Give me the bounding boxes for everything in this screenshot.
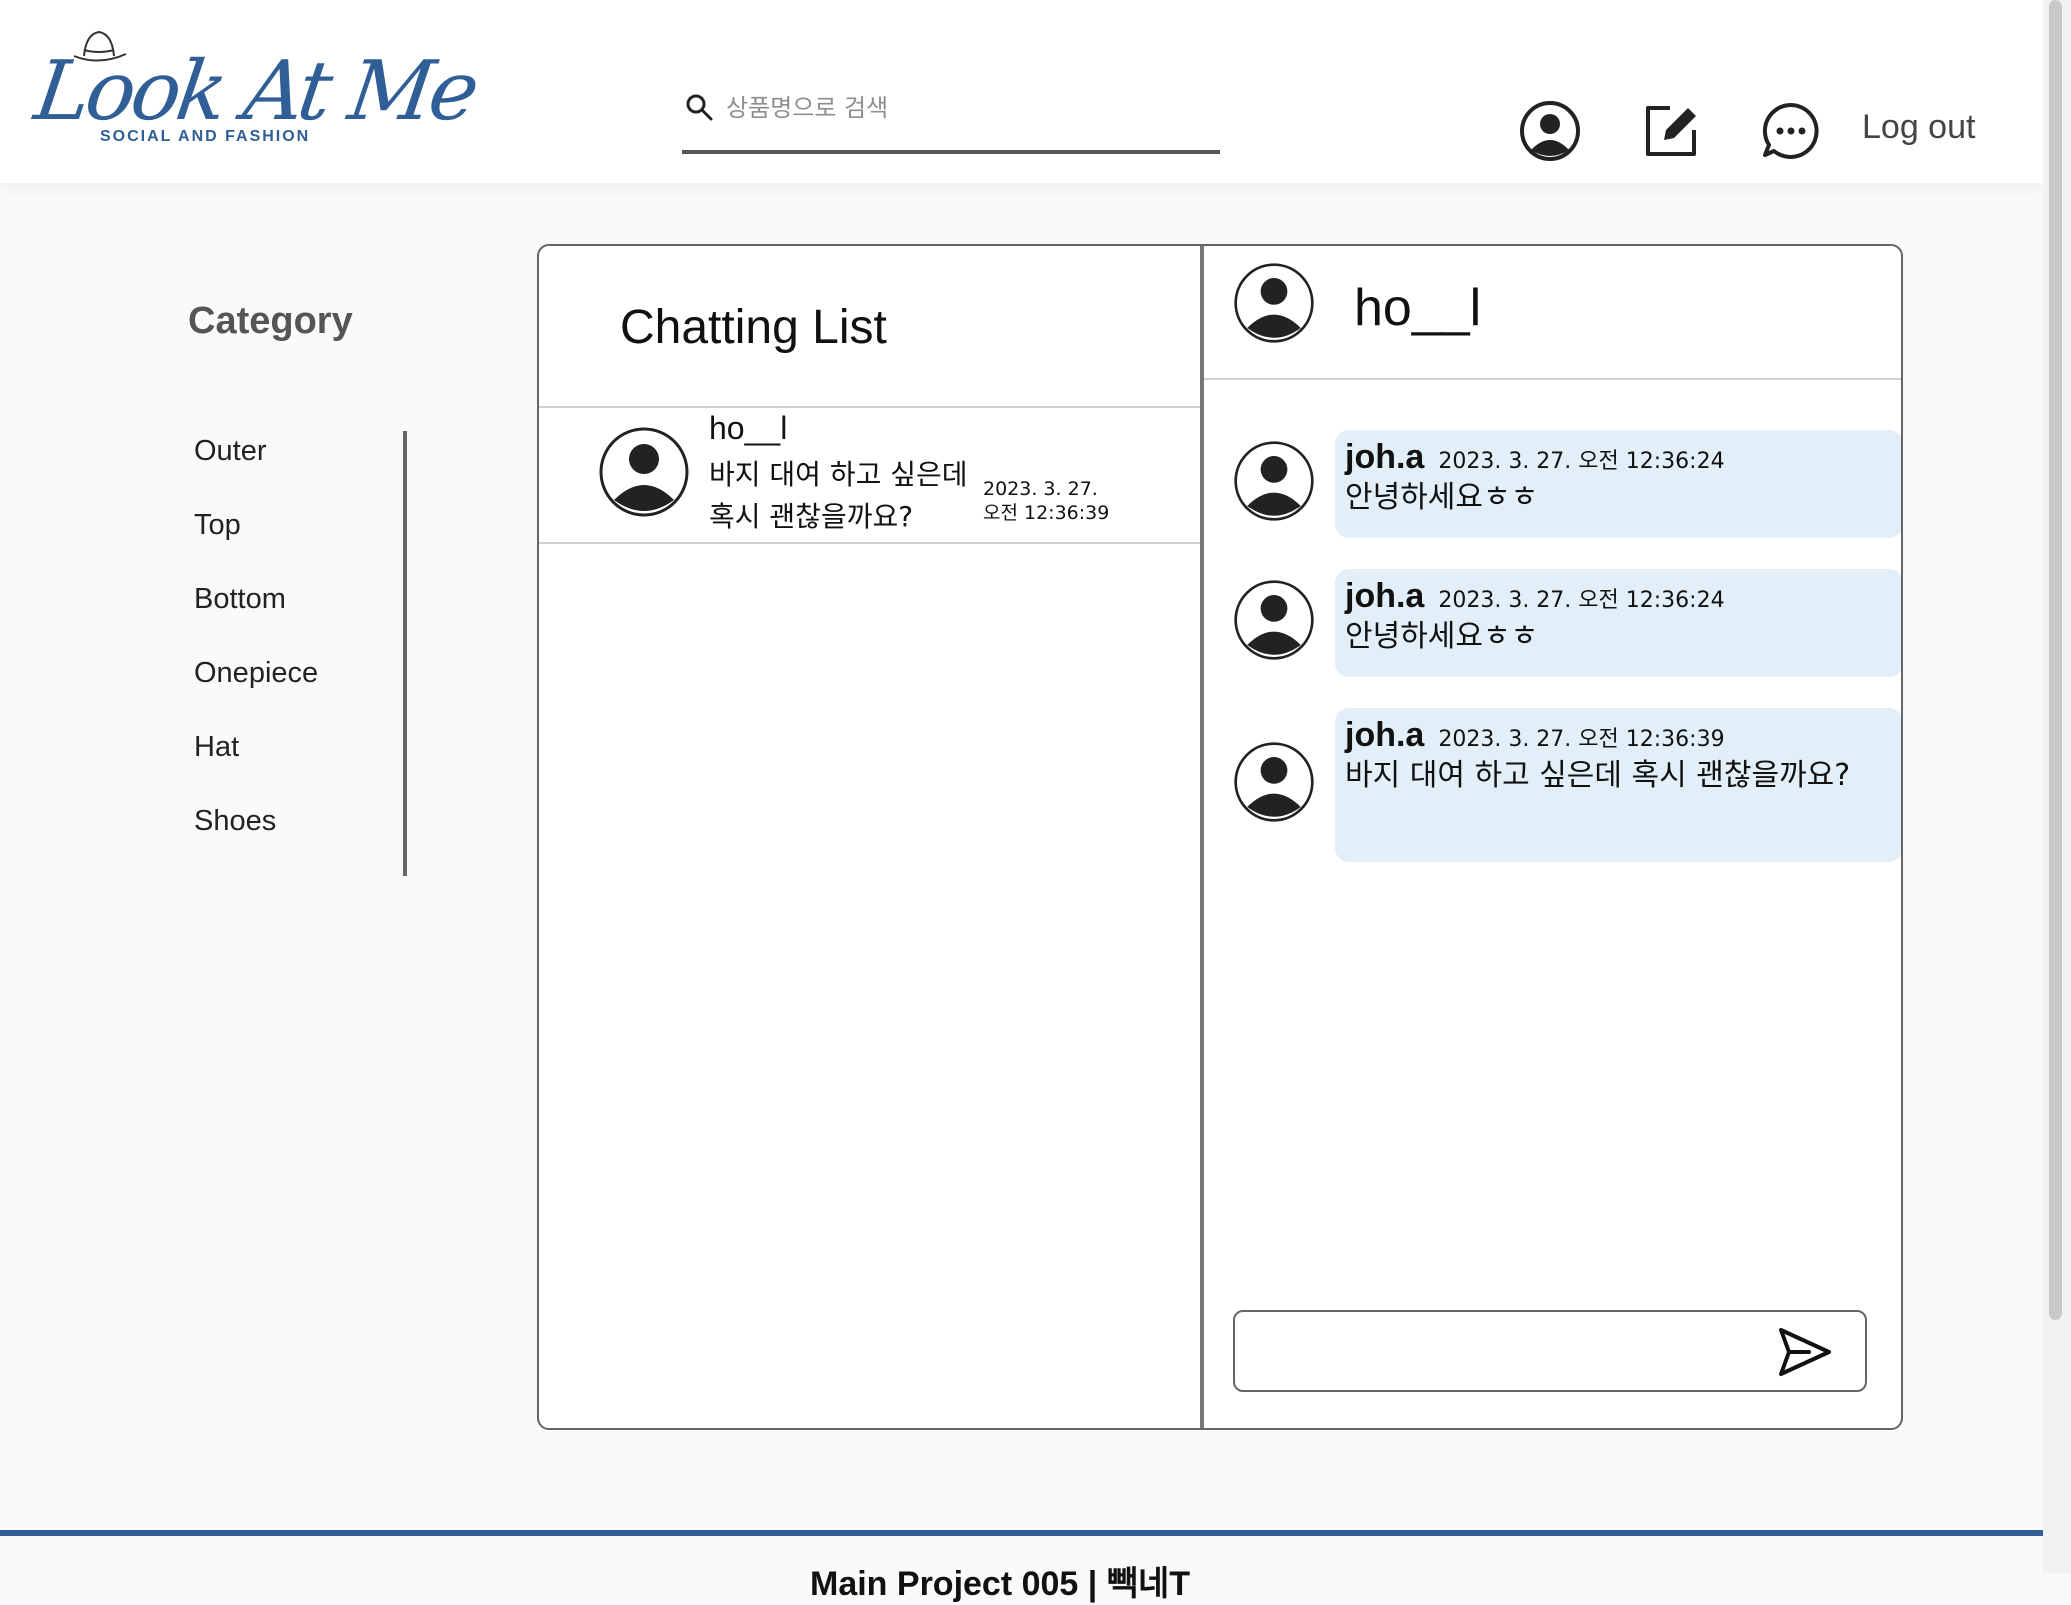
- message-text: 안녕하세요ㅎㅎ: [1345, 619, 1539, 654]
- category-divider: [403, 431, 407, 876]
- logout-button[interactable]: Log out: [1862, 108, 1975, 147]
- message-bubble: joh.a 2023. 3. 27. 오전 12:36:24 안녕하세요ㅎㅎ: [1335, 430, 1901, 538]
- scrollbar-thumb[interactable]: [2049, 0, 2062, 1320]
- message-input-box: [1233, 1310, 1867, 1392]
- profile-icon[interactable]: [1519, 100, 1581, 162]
- chat-list-item-last-message: 바지 대여 하고 싶은데 혹시 괜찮을까요?: [709, 458, 968, 533]
- chat-list-item-date: 2023. 3. 27.: [983, 478, 1098, 500]
- message-sender: joh.a: [1345, 438, 1425, 476]
- chat-icon[interactable]: [1760, 100, 1822, 162]
- send-icon[interactable]: [1775, 1324, 1835, 1380]
- message-text: 바지 대여 하고 싶은데 혹시 괜찮을까요?: [1345, 758, 1851, 793]
- chat-list-item-timestamp: 2023. 3. 27. 오전 12:36:39: [983, 477, 1133, 525]
- message-timestamp: 2023. 3. 27. 오전 12:36:24: [1438, 588, 1725, 613]
- chat-list-item-name: ho__l: [709, 410, 788, 446]
- write-post-icon[interactable]: [1640, 100, 1702, 162]
- category-item-bottom[interactable]: Bottom: [194, 562, 318, 636]
- footer-divider: [0, 1530, 2043, 1536]
- logo[interactable]: Look At Me SOCIAL AND FASHION: [29, 24, 481, 154]
- category-item-top[interactable]: Top: [194, 488, 318, 562]
- partner-avatar-icon: [1234, 263, 1314, 343]
- logo-tagline: SOCIAL AND FASHION: [100, 128, 311, 145]
- search-input[interactable]: [724, 84, 1208, 132]
- message-timestamp: 2023. 3. 27. 오전 12:36:24: [1438, 449, 1725, 474]
- top-header: Look At Me SOCIAL AND FASHION Log out: [0, 0, 2043, 183]
- message-bubble: joh.a 2023. 3. 27. 오전 12:36:24 안녕하세요ㅎㅎ: [1335, 569, 1901, 677]
- footer-text: Main Project 005 | 빽네T: [810, 1565, 1191, 1603]
- panel-divider: [1200, 246, 1204, 1428]
- category-item-hat[interactable]: Hat: [194, 710, 318, 784]
- user-avatar-icon: [599, 427, 689, 517]
- category-item-onepiece[interactable]: Onepiece: [194, 636, 318, 710]
- category-item-outer[interactable]: Outer: [194, 414, 318, 488]
- message-timestamp: 2023. 3. 27. 오전 12:36:39: [1438, 727, 1725, 752]
- chat-panel: Chatting List ho__l 바지 대여 하고 싶은데 혹시 괜찮을까…: [537, 244, 1903, 1430]
- category-title: Category: [188, 300, 353, 342]
- chat-room-partner-name: ho__l: [1354, 279, 1482, 337]
- chat-list-item[interactable]: ho__l 바지 대여 하고 싶은데 혹시 괜찮을까요? 2023. 3. 27…: [539, 408, 1200, 542]
- message-sender: joh.a: [1345, 716, 1425, 754]
- search-icon: [686, 94, 713, 121]
- message-input[interactable]: [1247, 1322, 1771, 1382]
- message-text: 안녕하세요ㅎㅎ: [1345, 480, 1539, 515]
- message-bubble: joh.a 2023. 3. 27. 오전 12:36:39 바지 대여 하고 싶…: [1335, 708, 1901, 862]
- category-item-shoes[interactable]: Shoes: [194, 784, 318, 858]
- logo-wordmark: Look At Me: [29, 44, 481, 139]
- sender-avatar-icon: [1234, 742, 1314, 822]
- search-bar: [682, 80, 1220, 154]
- chat-list-item-time: 오전 12:36:39: [983, 502, 1110, 524]
- category-list: Outer Top Bottom Onepiece Hat Shoes: [194, 432, 318, 876]
- chat-list-title: Chatting List: [620, 301, 887, 354]
- sender-avatar-icon: [1234, 580, 1314, 660]
- message-sender: joh.a: [1345, 577, 1425, 615]
- chat-room-header-divider: [1204, 378, 1901, 380]
- chat-list-item-divider: [539, 542, 1200, 544]
- sender-avatar-icon: [1234, 441, 1314, 521]
